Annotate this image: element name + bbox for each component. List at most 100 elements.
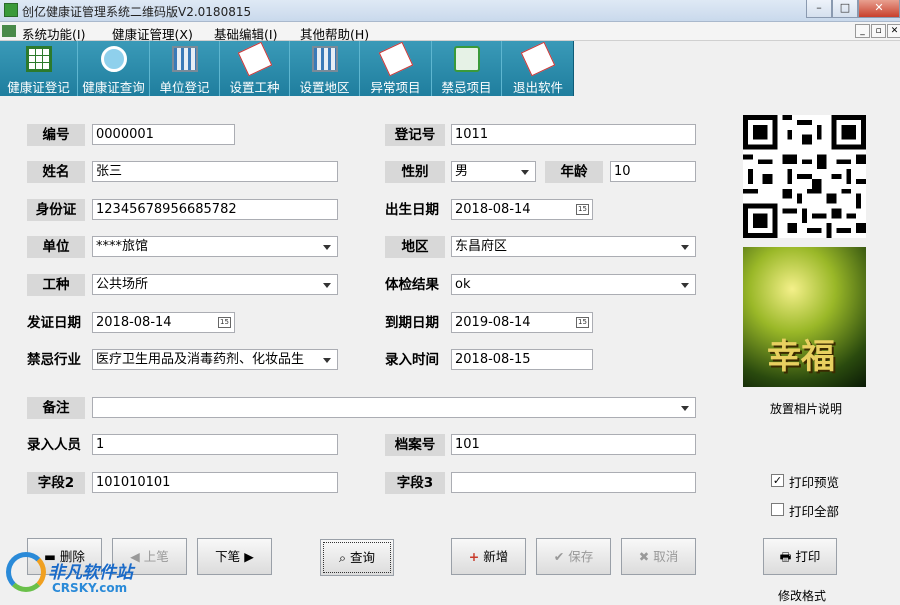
add-label: 新增 xyxy=(483,549,509,564)
toolbar-label: 退出软件 xyxy=(512,80,563,95)
entry-person-input[interactable]: 1 xyxy=(92,434,338,455)
photo-image: 幸福 xyxy=(743,247,866,387)
print-preview-checkbox[interactable]: ✓ xyxy=(771,474,784,487)
register-icon xyxy=(25,46,52,72)
building-icon xyxy=(311,46,338,72)
field3-label: 字段3 xyxy=(385,472,445,494)
print-all-checkbox[interactable] xyxy=(771,503,784,516)
maximize-button[interactable]: □ xyxy=(832,0,858,18)
age-input[interactable]: 10 xyxy=(610,161,696,182)
calendar-icon[interactable]: 15 xyxy=(218,317,231,328)
toolbar-abnormal-button[interactable]: 异常项目 xyxy=(360,41,432,96)
watermark-logo: 非凡软件站 CRSKY.com xyxy=(4,548,144,600)
region-label: 地区 xyxy=(385,236,445,258)
search-icon xyxy=(100,46,127,72)
toolbar: 健康证登记 健康证查询 单位登记 设置工种 设置地区 异常项目 禁忌项目 退出软… xyxy=(0,41,574,96)
forbidden-industry-label: 禁忌行业 xyxy=(27,352,81,368)
field2-input[interactable]: 101010101 xyxy=(92,472,338,493)
archive-no-label: 档案号 xyxy=(385,434,445,456)
photo-caption: 放置相片说明 xyxy=(770,402,843,416)
exam-result-select[interactable]: ok xyxy=(451,274,696,295)
toolbar-label: 设置地区 xyxy=(299,80,350,95)
app-icon xyxy=(4,3,18,17)
name-input[interactable]: 张三 xyxy=(92,161,338,182)
cancel-button[interactable]: ✖ 取消 xyxy=(621,538,696,575)
logo-swirl-icon xyxy=(6,552,46,592)
toolbar-label: 设置工种 xyxy=(229,80,280,95)
save-button[interactable]: ✔ 保存 xyxy=(536,538,611,575)
print-button[interactable]: 🖶 打印 xyxy=(763,538,837,575)
toolbar-forbidden-button[interactable]: 禁忌项目 xyxy=(432,41,502,96)
entry-time-input[interactable]: 2018-08-15 xyxy=(451,349,593,370)
toolbar-label: 异常项目 xyxy=(370,80,421,95)
add-button[interactable]: + 新增 xyxy=(451,538,526,575)
archive-no-input[interactable]: 101 xyxy=(451,434,696,455)
contact-card-icon xyxy=(453,46,480,72)
expire-date-value: 2019-08-14 xyxy=(455,315,531,330)
reg-no-input[interactable]: 1011 xyxy=(451,124,696,145)
unit-label: 单位 xyxy=(27,236,85,258)
calendar-icon[interactable]: 15 xyxy=(576,204,589,215)
search-icon: ⌕ xyxy=(338,550,346,565)
birth-date-picker[interactable]: 2018-08-14 15 xyxy=(451,199,593,220)
next-label: 下笔 xyxy=(215,549,241,564)
mdi-minimize-button[interactable]: _ xyxy=(855,24,870,38)
minimize-button[interactable]: – xyxy=(806,0,832,18)
toolbar-region-button[interactable]: 设置地区 xyxy=(290,41,360,96)
gender-label: 性别 xyxy=(385,161,445,183)
query-label: 查询 xyxy=(350,550,376,565)
mdi-restore-button[interactable]: ▫ xyxy=(871,24,886,38)
toolbar-label: 健康证登记 xyxy=(7,80,70,95)
issue-date-picker[interactable]: 2018-08-14 15 xyxy=(92,312,235,333)
toolbar-exit-button[interactable]: 退出软件 xyxy=(502,41,574,96)
watermark-en: CRSKY.com xyxy=(52,581,128,595)
entry-person-label: 录入人员 xyxy=(27,437,81,453)
query-button[interactable]: ⌕ 查询 xyxy=(320,539,394,576)
field2-label: 字段2 xyxy=(27,472,85,494)
toolbar-query-button[interactable]: 健康证查询 xyxy=(78,41,150,96)
name-label: 姓名 xyxy=(27,161,85,183)
id-card-input[interactable]: 12345678956685782 xyxy=(92,199,338,220)
check-icon: ✔ xyxy=(553,549,565,564)
toolbar-job-button[interactable]: 设置工种 xyxy=(220,41,290,96)
issue-date-value: 2018-08-14 xyxy=(96,315,172,330)
forbidden-industry-select[interactable]: 医疗卫生用品及消毒药剂、化妆品生 xyxy=(92,349,338,370)
toolbar-register-button[interactable]: 健康证登记 xyxy=(0,41,78,96)
cancel-label: 取消 xyxy=(653,549,679,564)
close-icon: ✖ xyxy=(638,549,650,564)
next-button[interactable]: 下笔 ▶ xyxy=(197,538,272,575)
job-select[interactable]: 公共场所 xyxy=(92,274,338,295)
qr-code xyxy=(743,115,866,238)
toolbar-unit-button[interactable]: 单位登记 xyxy=(150,41,220,96)
pencil-icon xyxy=(378,41,413,77)
close-button[interactable]: ✕ xyxy=(858,0,900,18)
remark-label: 备注 xyxy=(27,397,85,419)
print-preview-label: 打印预览 xyxy=(789,475,840,490)
age-label: 年龄 xyxy=(545,161,603,183)
gender-select[interactable]: 男 xyxy=(451,161,536,182)
field3-input[interactable] xyxy=(451,472,696,493)
toolbar-label: 健康证查询 xyxy=(82,80,145,95)
printer-icon: 🖶 xyxy=(779,549,792,564)
toolbar-label: 单位登记 xyxy=(159,80,210,95)
document-icon xyxy=(2,25,16,37)
region-select[interactable]: 东昌府区 xyxy=(451,236,696,257)
entry-time-label: 录入时间 xyxy=(385,352,439,368)
job-label: 工种 xyxy=(27,274,85,296)
number-input[interactable]: 0000001 xyxy=(92,124,235,145)
unit-select[interactable]: ****旅馆 xyxy=(92,236,338,257)
plus-icon: + xyxy=(468,549,480,564)
id-card-label: 身份证 xyxy=(27,199,85,221)
menu-bar: 系统功能(I) 健康证管理(X) 基础编辑(I) 其他帮助(H) _ ▫ ✕ xyxy=(0,22,900,42)
print-label: 打印 xyxy=(795,549,821,564)
expire-date-label: 到期日期 xyxy=(385,315,439,331)
birth-date-label: 出生日期 xyxy=(385,202,439,218)
calendar-icon[interactable]: 15 xyxy=(576,317,589,328)
expire-date-picker[interactable]: 2019-08-14 15 xyxy=(451,312,593,333)
save-label: 保存 xyxy=(568,549,594,564)
modify-format-link[interactable]: 修改格式 xyxy=(778,587,826,604)
exam-result-label: 体检结果 xyxy=(385,277,439,293)
remark-select[interactable] xyxy=(92,397,696,418)
title-bar: 创亿健康证管理系统二维码版V2.0180815 – □ ✕ xyxy=(0,0,900,22)
mdi-close-button[interactable]: ✕ xyxy=(887,24,900,38)
